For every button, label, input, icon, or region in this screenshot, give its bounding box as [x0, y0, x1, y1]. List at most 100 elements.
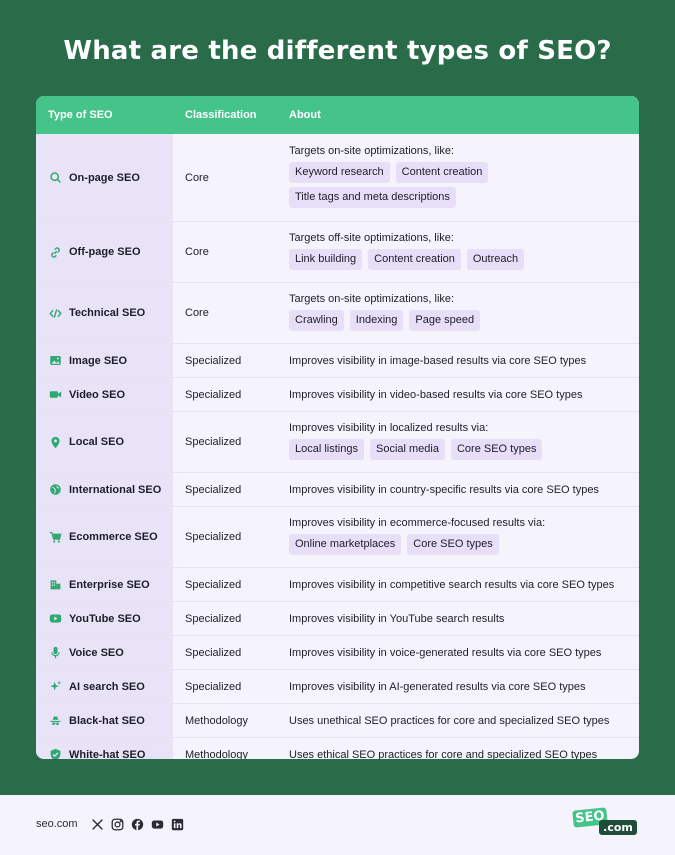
seo-type-cell: Black-hat SEO	[36, 704, 173, 737]
seo-type-cell: Video SEO	[36, 378, 173, 411]
image-icon	[48, 354, 62, 368]
header-about: About	[289, 109, 321, 121]
table-row: Black-hat SEO Methodology Uses unethical S…	[36, 703, 639, 737]
about-text: Improves visibility in image-based resul…	[289, 354, 587, 367]
table-row: Off-page SEO Core Targets off-site optimiz…	[36, 221, 639, 282]
seo-type-label: On-page SEO	[69, 171, 140, 184]
table-header: Type of SEO Classification About	[36, 96, 639, 134]
seo-type-label: YouTube SEO	[69, 612, 141, 625]
seo-type-cell: YouTube SEO	[36, 602, 173, 635]
seo-type-cell: AI search SEO	[36, 670, 173, 703]
seo-types-table: Type of SEO Classification About On-page…	[36, 96, 639, 759]
table-row: Voice SEO Specialized Improves visibility …	[36, 635, 639, 669]
about-text: Targets on-site optimizations, like:	[289, 144, 455, 157]
seo-type-label: White-hat SEO	[69, 748, 146, 760]
seo-type-label: International SEO	[69, 483, 162, 496]
seo-type-label: Technical SEO	[69, 307, 146, 319]
tag-list: Keyword research Content creation Title ta…	[289, 161, 627, 212]
seo-type-label: AI search SEO	[69, 680, 145, 693]
seo-type-cell: Voice SEO	[36, 636, 173, 669]
seo-type-cell: Ecommerce SEO	[36, 507, 173, 567]
search-icon	[48, 171, 62, 185]
about-cell: Improves visibility in country-specific …	[277, 473, 639, 506]
table-body: On-page SEO Core Targets on-site optimizat…	[36, 134, 639, 759]
classification-cell: Core	[185, 171, 209, 184]
classification-cell: Core	[185, 307, 209, 319]
seo-type-label: Off-page SEO	[69, 246, 141, 258]
classification-cell: Specialized	[185, 578, 242, 591]
tag-chip: Online marketplaces	[289, 533, 402, 555]
facebook-icon[interactable]	[130, 817, 144, 831]
video-icon	[48, 388, 62, 402]
x-icon[interactable]	[90, 817, 104, 831]
table-row: Image SEO Specialized Improves visibility …	[36, 343, 639, 377]
tag-chip: Content creation	[395, 161, 489, 183]
location-pin-icon	[48, 435, 62, 449]
about-text: Targets on-site optimizations, like:	[289, 292, 455, 305]
classification-cell: Specialized	[185, 436, 242, 448]
seo-type-cell: Off-page SEO	[36, 222, 173, 282]
about-text: Targets off-site optimizations, like:	[289, 231, 454, 244]
about-cell: Improves visibility in video-based resul…	[277, 378, 639, 411]
social-links	[90, 817, 190, 831]
seo-type-cell: Enterprise SEO	[36, 568, 173, 601]
page-title: What are the different types of SEO?	[63, 36, 612, 66]
code-icon	[48, 306, 62, 320]
link-icon	[48, 245, 62, 259]
classification-cell: Core	[185, 246, 209, 258]
sparkle-icon	[48, 680, 62, 694]
about-cell: Targets on-site optimizations, like: Craw…	[277, 283, 639, 343]
about-text: Uses unethical SEO practices for core an…	[289, 714, 610, 727]
about-text: Improves visibility in competitive searc…	[289, 578, 615, 591]
table-row: AI search SEO Specialized Improves visibil…	[36, 669, 639, 703]
tag-chip: Crawling	[289, 309, 344, 331]
footer: seo.com SEO .com	[0, 795, 675, 855]
shield-check-icon	[48, 748, 62, 759]
about-cell: Targets off-site optimizations, like: Lin…	[277, 222, 639, 282]
classification-cell: Methodology	[185, 714, 248, 727]
classification-cell: Specialized	[185, 612, 242, 625]
tag-chip: Page speed	[409, 309, 481, 331]
table-row: Technical SEO Core Targets on-site optimiz…	[36, 282, 639, 343]
about-text: Improves visibility in AI-generated resu…	[289, 680, 586, 693]
about-cell: Improves visibility in localized results…	[277, 412, 639, 472]
seo-type-cell: Image SEO	[36, 344, 173, 377]
table-row: YouTube SEO Specialized Improves visibilit…	[36, 601, 639, 635]
about-text: Improves visibility in ecommerce-focused…	[289, 516, 546, 529]
instagram-icon[interactable]	[110, 817, 124, 831]
seo-type-label: Black-hat SEO	[69, 714, 145, 727]
tag-list: Online marketplaces Core SEO types	[289, 533, 627, 559]
cart-icon	[48, 530, 62, 544]
tag-chip: Social media	[369, 438, 445, 460]
seo-type-cell: Local SEO	[36, 412, 173, 472]
about-text: Improves visibility in video-based resul…	[289, 388, 583, 401]
about-cell: Targets on-site optimizations, like: Keyw…	[277, 134, 639, 221]
table-row: Video SEO Specialized Improves visibility …	[36, 377, 639, 411]
about-cell: Improves visibility in competitive searc…	[277, 568, 639, 601]
table-row: Enterprise SEO Specialized Improves visibi…	[36, 567, 639, 601]
youtube-icon[interactable]	[150, 817, 164, 831]
seo-type-label: Enterprise SEO	[69, 578, 150, 591]
microphone-icon	[48, 646, 62, 660]
about-text: Improves visibility in YouTube search re…	[289, 612, 505, 625]
tag-chip: Local listings	[289, 438, 364, 460]
footer-site-link[interactable]: seo.com	[36, 818, 78, 830]
tag-chip: Title tags and meta descriptions	[289, 186, 456, 208]
table-row: Ecommerce SEO Specialized Improves visibil…	[36, 506, 639, 567]
building-icon	[48, 578, 62, 592]
logo-com-part: .com	[599, 820, 637, 835]
classification-cell: Specialized	[185, 388, 242, 401]
tag-list: Local listings Social media Core SEO types	[289, 438, 627, 464]
classification-cell: Specialized	[185, 646, 242, 659]
table-row: White-hat SEO Methodology Uses ethical SEO…	[36, 737, 639, 759]
infographic: What are the different types of SEO? Typ…	[0, 0, 675, 855]
about-cell: Improves visibility in image-based resul…	[277, 344, 639, 377]
about-text: Improves visibility in localized results…	[289, 421, 489, 434]
table-row: On-page SEO Core Targets on-site optimizat…	[36, 134, 639, 221]
linkedin-icon[interactable]	[170, 817, 184, 831]
tag-chip: Link building	[289, 248, 363, 270]
tag-chip: Indexing	[349, 309, 404, 331]
about-cell: Improves visibility in ecommerce-focused…	[277, 507, 639, 567]
black-hat-icon	[48, 714, 62, 728]
globe-icon	[48, 483, 62, 497]
